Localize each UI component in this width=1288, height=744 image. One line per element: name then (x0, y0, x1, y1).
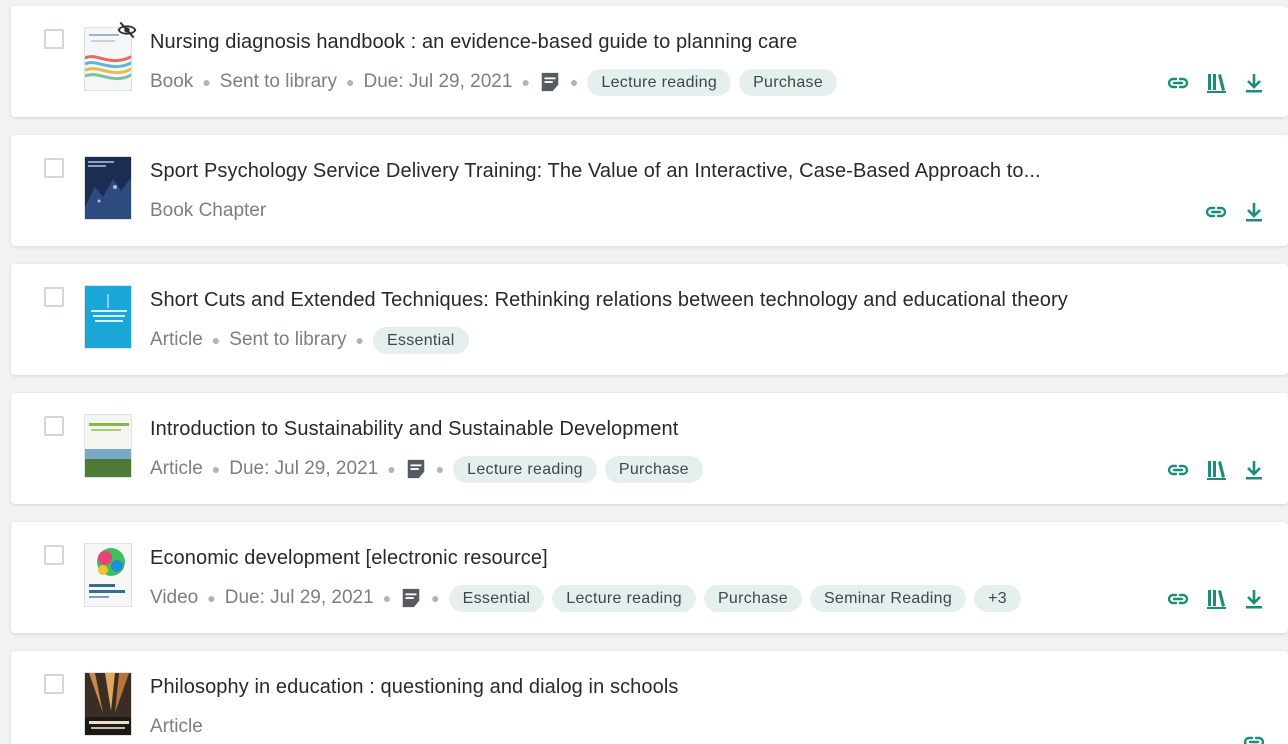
item-type: Video (150, 587, 199, 608)
list-item[interactable]: Sport Psychology Service Delivery Traini… (11, 135, 1288, 246)
note-icon[interactable] (405, 458, 427, 480)
list-item[interactable]: Short Cuts and Extended Techniques: Reth… (11, 264, 1288, 375)
separator: ● (521, 74, 530, 90)
item-status: Sent to library (229, 329, 347, 350)
separator: ● (355, 332, 364, 348)
list-item[interactable]: Nursing diagnosis handbook : an evidence… (11, 6, 1288, 117)
link-icon[interactable] (1242, 730, 1266, 744)
separator: ● (435, 461, 445, 477)
download-icon[interactable] (1242, 200, 1266, 224)
separator: ● (207, 590, 216, 606)
tag-chip: Seminar Reading (809, 584, 967, 612)
item-due: Due: Jul 29, 2021 (363, 71, 513, 92)
item-type: Book (150, 71, 194, 92)
note-icon[interactable] (539, 71, 561, 93)
separator: ● (346, 74, 355, 90)
select-checkbox[interactable] (44, 416, 64, 436)
note-icon[interactable] (400, 587, 422, 609)
item-title[interactable]: Economic development [electronic resourc… (150, 547, 548, 570)
cover-thumbnail (84, 414, 132, 478)
separator: ● (387, 461, 396, 477)
item-due: Due: Jul 29, 2021 (224, 587, 374, 608)
separator: ● (202, 74, 211, 90)
item-type: Article (150, 458, 203, 479)
separator: ● (211, 461, 221, 477)
item-actions (1242, 721, 1266, 744)
cover-thumbnail (84, 156, 132, 220)
download-icon[interactable] (1242, 458, 1266, 482)
library-icon[interactable] (1204, 587, 1228, 611)
item-type: Book Chapter (150, 200, 267, 221)
tag-chip: Purchase (739, 68, 838, 96)
item-type: Article (150, 329, 203, 350)
item-meta: Article ● Due: Jul 29, 2021 ● ● Lecture … (150, 454, 711, 484)
item-actions (1166, 71, 1266, 95)
cover-thumbnail (84, 672, 132, 736)
item-type: Article (150, 716, 203, 737)
item-meta: Video ● Due: Jul 29, 2021 ● ● Essential … (150, 583, 1029, 613)
item-title[interactable]: Philosophy in education : questioning an… (150, 676, 679, 699)
cover-thumbnail (84, 543, 132, 607)
tag-chip: Essential (372, 326, 469, 354)
reading-list: Nursing diagnosis handbook : an evidence… (0, 0, 1288, 744)
select-checkbox[interactable] (44, 287, 64, 307)
item-title[interactable]: Sport Psychology Service Delivery Traini… (150, 160, 1041, 183)
separator: ● (431, 590, 440, 606)
download-icon[interactable] (1242, 587, 1266, 611)
tag-chip: Purchase (604, 455, 703, 483)
tag-chip: Purchase (703, 584, 802, 612)
item-status: Sent to library (219, 71, 338, 92)
select-checkbox[interactable] (44, 674, 64, 694)
item-title[interactable]: Short Cuts and Extended Techniques: Reth… (150, 289, 1068, 312)
library-icon[interactable] (1204, 71, 1228, 95)
list-item[interactable]: Philosophy in education : questioning an… (11, 651, 1288, 744)
item-due: Due: Jul 29, 2021 (229, 458, 379, 479)
item-meta: Book ● Sent to library ● Due: Jul 29, 20… (150, 67, 845, 97)
list-item[interactable]: Economic development [electronic resourc… (11, 522, 1288, 633)
more-tags-chip[interactable]: +3 (974, 584, 1021, 612)
item-actions (1166, 587, 1266, 611)
link-icon[interactable] (1166, 458, 1190, 482)
list-item[interactable]: Introduction to Sustainability and Susta… (11, 393, 1288, 504)
item-meta: Article (150, 712, 203, 742)
select-checkbox[interactable] (44, 158, 64, 178)
separator: ● (211, 332, 221, 348)
item-title[interactable]: Introduction to Sustainability and Susta… (150, 418, 678, 441)
tag-chip: Lecture reading (552, 584, 696, 612)
item-meta: Article ● Sent to library ● Essential (150, 325, 477, 355)
tag-chip: Lecture reading (453, 455, 597, 483)
tag-chip: Lecture reading (587, 68, 732, 96)
download-icon[interactable] (1242, 71, 1266, 95)
eye-off-icon (117, 21, 137, 39)
link-icon[interactable] (1204, 200, 1228, 224)
library-icon[interactable] (1204, 458, 1228, 482)
select-checkbox[interactable] (44, 545, 64, 565)
item-title[interactable]: Nursing diagnosis handbook : an evidence… (150, 31, 797, 54)
select-checkbox[interactable] (44, 29, 64, 49)
item-actions (1166, 458, 1266, 482)
tag-chip: Essential (448, 584, 545, 612)
item-meta: Book Chapter (150, 196, 266, 226)
link-icon[interactable] (1166, 71, 1190, 95)
item-actions (1204, 200, 1266, 224)
cover-thumbnail (84, 285, 132, 349)
link-icon[interactable] (1166, 587, 1190, 611)
separator: ● (569, 74, 579, 90)
separator: ● (382, 590, 392, 606)
